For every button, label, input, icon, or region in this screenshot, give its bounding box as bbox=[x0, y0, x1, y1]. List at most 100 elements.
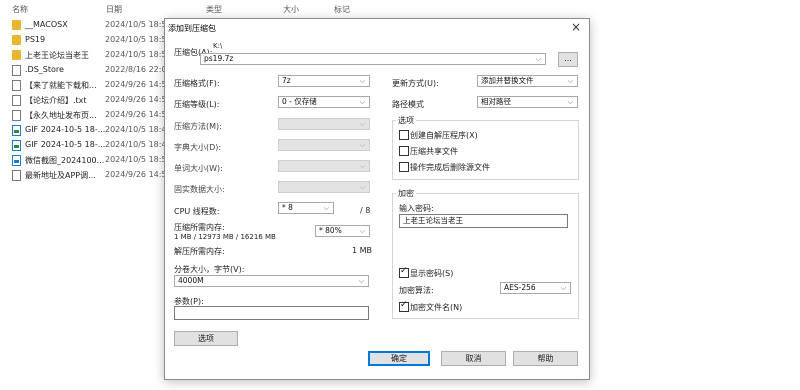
path-mode-label: 路径模式 bbox=[392, 100, 424, 109]
shared-checkbox[interactable] bbox=[399, 146, 409, 156]
list-item[interactable]: 上老王论坛当老王 2024/10/5 18:52 bbox=[10, 49, 172, 62]
column-size[interactable]: 大小 bbox=[283, 4, 299, 15]
threads-max: / 8 bbox=[360, 206, 371, 215]
file-icon bbox=[12, 170, 21, 181]
sfx-checkbox[interactable] bbox=[399, 130, 409, 140]
chevron-down-icon: ⌵ bbox=[323, 204, 329, 212]
column-type[interactable]: 类型 bbox=[206, 4, 222, 15]
folder-icon bbox=[12, 20, 21, 30]
help-button[interactable]: 帮助 bbox=[513, 351, 578, 366]
threads-select[interactable]: * 8 ⌵ bbox=[278, 202, 334, 214]
sfx-label: 创建自解压程序(X) bbox=[410, 131, 478, 140]
chevron-down-icon: ⌵ bbox=[567, 98, 573, 106]
list-item[interactable]: 最新地址及APP调... 2024/9/26 14:56 bbox=[10, 169, 172, 182]
format-select[interactable]: 7z ⌵ bbox=[278, 75, 370, 87]
file-date: 2024/10/5 18:52 bbox=[105, 20, 172, 29]
file-icon bbox=[12, 80, 21, 91]
delete-source-checkbox[interactable] bbox=[399, 162, 409, 172]
password-input[interactable]: 上老王论坛当老王 bbox=[399, 214, 568, 228]
list-item[interactable]: 微信截图_2024100... 2024/10/5 18:50 bbox=[10, 154, 172, 167]
file-date: 2022/8/16 22:00 bbox=[105, 65, 172, 74]
list-item[interactable]: GIF 2024-10-5 18-... 2024/10/5 18:49 bbox=[10, 139, 172, 152]
file-icon bbox=[12, 110, 21, 121]
method-select[interactable]: ⌵ bbox=[278, 118, 370, 130]
column-date[interactable]: 日期 bbox=[106, 4, 122, 15]
file-date: 2024/9/26 14:55 bbox=[105, 80, 172, 89]
dict-label: 字典大小(D): bbox=[174, 143, 222, 152]
encrypt-names-checkbox[interactable] bbox=[399, 300, 409, 312]
file-name: GIF 2024-10-5 18-... bbox=[25, 125, 106, 134]
archive-name-combo[interactable]: ps19.7z ⌵ bbox=[200, 53, 546, 65]
update-mode-label: 更新方式(U): bbox=[392, 79, 439, 88]
close-icon[interactable]: × bbox=[571, 20, 581, 34]
show-password-checkbox[interactable] bbox=[399, 266, 409, 278]
dialog-title: 添加到压缩包 bbox=[168, 24, 216, 33]
encryption-group-title: 加密 bbox=[396, 188, 416, 199]
file-date: 2024/10/5 18:50 bbox=[105, 155, 172, 164]
mem-compress-select[interactable]: * 80% ⌵ bbox=[315, 225, 370, 237]
params-input[interactable] bbox=[174, 306, 369, 320]
list-item[interactable]: .DS_Store 2022/8/16 22:00 bbox=[10, 64, 172, 77]
chevron-down-icon[interactable]: ⌵ bbox=[536, 54, 541, 64]
solid-select[interactable]: ⌵ bbox=[278, 181, 370, 193]
update-mode-value: 添加并替换文件 bbox=[481, 76, 534, 85]
options-button[interactable]: 选项 bbox=[174, 331, 238, 346]
image-file-icon bbox=[12, 155, 21, 166]
password-label: 输入密码: bbox=[399, 204, 434, 213]
split-value: 4000M bbox=[178, 276, 204, 285]
file-date: 2024/10/5 18:47 bbox=[105, 125, 172, 134]
list-item[interactable]: 【论坛介绍】.txt 2024/9/26 14:55 bbox=[10, 94, 172, 107]
list-item[interactable]: 【永久地址发布页... 2024/9/26 14:55 bbox=[10, 109, 172, 122]
mem-decompress-value: 1 MB bbox=[352, 246, 373, 255]
mem-decompress-label: 解压所需内存: bbox=[174, 247, 225, 256]
threads-label: CPU 线程数: bbox=[174, 207, 220, 216]
update-mode-select[interactable]: 添加并替换文件 ⌵ bbox=[477, 75, 578, 87]
chevron-down-icon: ⌵ bbox=[359, 227, 365, 235]
list-item[interactable]: __MACOSX 2024/10/5 18:52 bbox=[10, 19, 172, 32]
mem-compress-value: * 80% bbox=[319, 226, 342, 235]
file-name: PS19 bbox=[25, 35, 46, 44]
archive-name-value: ps19.7z bbox=[204, 54, 234, 63]
file-name: 最新地址及APP调... bbox=[25, 171, 96, 180]
chevron-down-icon: ⌵ bbox=[359, 120, 365, 128]
file-icon bbox=[12, 95, 21, 106]
folder-icon bbox=[12, 35, 21, 45]
delete-source-label: 操作完成后删除源文件 bbox=[410, 163, 490, 172]
folder-icon bbox=[12, 50, 21, 60]
level-select[interactable]: 0 - 仅存储 ⌵ bbox=[278, 96, 370, 108]
encrypt-names-label: 加密文件名(N) bbox=[410, 303, 463, 312]
file-name: __MACOSX bbox=[25, 20, 68, 29]
file-name: 微信截图_2024100... bbox=[25, 156, 105, 165]
browse-button[interactable]: ... bbox=[558, 52, 578, 67]
column-tags[interactable]: 标记 bbox=[334, 4, 350, 15]
list-item[interactable]: PS19 2024/10/5 18:53 bbox=[10, 34, 172, 47]
chevron-down-icon: ⌵ bbox=[359, 141, 365, 149]
encrypt-method-select[interactable]: AES-256 ⌵ bbox=[500, 282, 571, 294]
mem-compress-label: 压缩所需内存: bbox=[174, 223, 225, 232]
dict-select[interactable]: ⌵ bbox=[278, 139, 370, 151]
list-item[interactable]: GIF 2024-10-5 18-... 2024/10/5 18:47 bbox=[10, 124, 172, 137]
word-select[interactable]: ⌵ bbox=[278, 160, 370, 172]
file-name: 上老王论坛当老王 bbox=[25, 51, 89, 60]
column-name[interactable]: 名称 bbox=[12, 4, 28, 15]
cancel-button[interactable]: 取消 bbox=[441, 351, 506, 366]
chevron-down-icon: ⌵ bbox=[359, 98, 365, 106]
split-combo[interactable]: 4000M ⌵ bbox=[174, 275, 369, 287]
gif-file-icon bbox=[12, 140, 21, 151]
list-item[interactable]: 【来了就能下载和... 2024/9/26 14:55 bbox=[10, 79, 172, 92]
chevron-down-icon: ⌵ bbox=[359, 183, 365, 191]
solid-label: 固实数据大小: bbox=[174, 185, 225, 194]
file-icon bbox=[12, 65, 21, 76]
ok-button[interactable]: 确定 bbox=[368, 351, 430, 366]
chevron-down-icon: ⌵ bbox=[560, 284, 566, 292]
gif-file-icon bbox=[12, 125, 21, 136]
file-name: 【来了就能下载和... bbox=[25, 81, 97, 90]
path-mode-select[interactable]: 相对路径 ⌵ bbox=[477, 96, 578, 108]
file-date: 2024/10/5 18:52 bbox=[105, 50, 172, 59]
chevron-down-icon: ⌵ bbox=[359, 162, 365, 170]
chevron-down-icon: ⌵ bbox=[358, 277, 364, 285]
file-name: GIF 2024-10-5 18-... bbox=[25, 140, 106, 149]
method-label: 压缩方法(M): bbox=[174, 122, 222, 131]
file-date: 2024/9/26 14:55 bbox=[105, 110, 172, 119]
split-label: 分卷大小，字节(V): bbox=[174, 265, 245, 274]
